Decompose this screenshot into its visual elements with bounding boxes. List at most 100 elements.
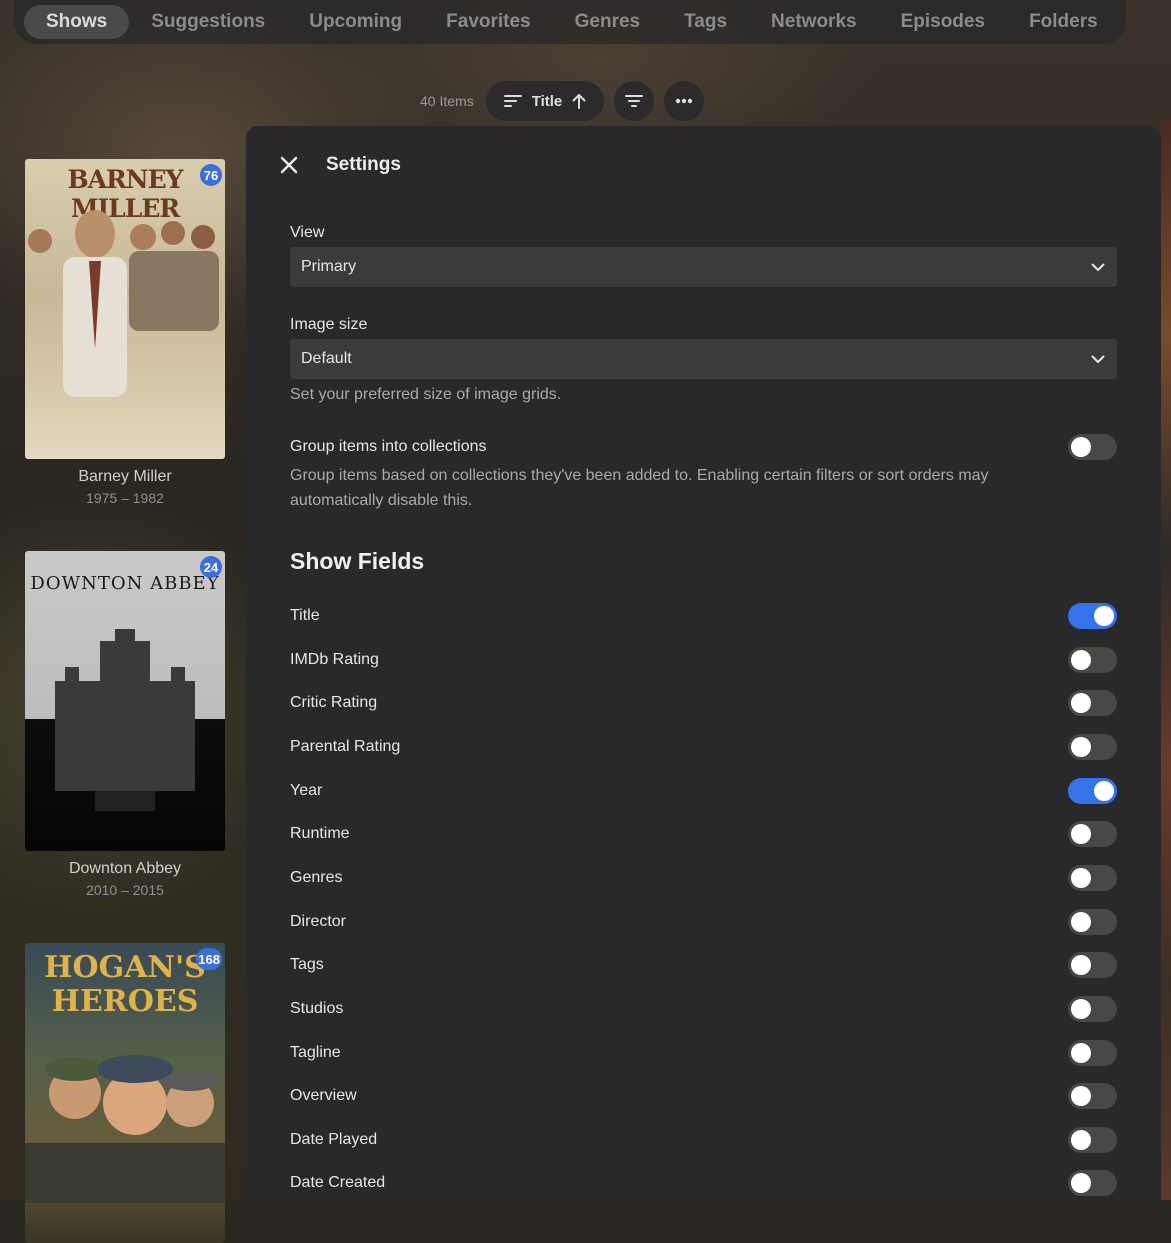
view-select-value: Primary xyxy=(301,258,357,275)
tab-shows[interactable]: Shows xyxy=(24,5,130,39)
toggle-knob xyxy=(1071,824,1091,845)
field-label: Director xyxy=(290,912,347,930)
top-nav: Shows Suggestions Upcoming Favorites Genres T… xyxy=(14,0,1126,44)
image-size-help: Set your preferred size of image grids. xyxy=(290,386,562,403)
field-row-runtime: Runtime xyxy=(290,819,1117,849)
tab-genres[interactable]: Genres xyxy=(553,5,662,39)
show-card[interactable]: DOWNTON ABBEY 24 Downton Abbey 2010 – 20… xyxy=(25,551,225,898)
unwatched-count-badge: 168 xyxy=(196,948,222,970)
toggle-knob xyxy=(1071,955,1091,976)
sort-button[interactable]: Title xyxy=(485,81,605,121)
field-toggle-date-created[interactable] xyxy=(1068,1170,1117,1197)
field-toggle-tags[interactable] xyxy=(1068,952,1117,979)
sort-lines-icon xyxy=(503,95,522,107)
field-toggle-critic-rating[interactable] xyxy=(1068,690,1117,717)
field-toggle-runtime[interactable] xyxy=(1068,821,1117,848)
settings-title: Settings xyxy=(326,154,401,175)
image-size-label: Image size xyxy=(290,316,368,333)
settings-header: Settings xyxy=(276,152,401,178)
field-row-year: Year xyxy=(290,776,1117,806)
show-card[interactable]: HOGAN'S HEROES 168 xyxy=(25,943,225,1243)
unwatched-count-badge: 76 xyxy=(200,164,222,186)
field-row-studios: Studios xyxy=(290,994,1117,1024)
tab-episodes[interactable]: Episodes xyxy=(879,5,1007,39)
show-poster[interactable]: BARNEY MILLER 76 xyxy=(25,159,225,459)
field-toggle-parental-rating[interactable] xyxy=(1068,733,1117,760)
field-label: Date Created xyxy=(290,1174,386,1192)
field-row-tags: Tags xyxy=(290,950,1117,980)
field-row-genres: Genres xyxy=(290,863,1117,893)
field-row-date-created: Date Created xyxy=(290,1168,1117,1198)
toggle-knob xyxy=(1071,736,1091,757)
items-count: 40 Items xyxy=(420,93,474,109)
show-title[interactable]: Barney Miller xyxy=(25,468,225,486)
field-toggle-date-played[interactable] xyxy=(1068,1126,1117,1153)
view-label: View xyxy=(290,224,325,241)
image-size-select[interactable]: Default xyxy=(290,339,1117,379)
field-toggle-imdb-rating[interactable] xyxy=(1068,646,1117,673)
field-label: Tags xyxy=(290,956,324,974)
group-collections-help: Group items based on collections they've… xyxy=(290,467,989,509)
tab-suggestions[interactable]: Suggestions xyxy=(129,5,287,39)
unwatched-count-badge: 24 xyxy=(200,556,222,578)
field-row-date-played: Date Played xyxy=(290,1125,1117,1155)
field-row-overview: Overview xyxy=(290,1081,1117,1111)
group-collections-row: Group items into collections xyxy=(290,432,1117,462)
show-fields-heading: Show Fields xyxy=(290,548,425,574)
field-toggle-genres[interactable] xyxy=(1068,864,1117,891)
toggle-knob xyxy=(1094,606,1114,626)
field-label: Runtime xyxy=(290,825,350,843)
filter-icon xyxy=(625,95,644,107)
field-label: Studios xyxy=(290,999,344,1017)
show-poster[interactable]: HOGAN'S HEROES 168 xyxy=(25,943,225,1243)
field-label: Date Played xyxy=(290,1130,378,1148)
field-toggle-year[interactable] xyxy=(1068,777,1117,804)
poster-title-art: HOGAN'S HEROES xyxy=(44,950,206,1019)
tab-networks[interactable]: Networks xyxy=(749,5,879,39)
filter-button[interactable] xyxy=(614,81,655,121)
more-options-button[interactable] xyxy=(664,81,705,121)
show-years: 1975 – 1982 xyxy=(86,490,164,506)
toggle-knob xyxy=(1071,1086,1091,1107)
toggle-knob xyxy=(1071,693,1091,714)
image-size-select-value: Default xyxy=(301,350,352,367)
tab-upcoming[interactable]: Upcoming xyxy=(287,5,424,39)
toggle-knob xyxy=(1071,867,1091,888)
field-toggle-studios[interactable] xyxy=(1068,995,1117,1022)
tab-folders[interactable]: Folders xyxy=(1007,5,1120,39)
field-toggle-overview[interactable] xyxy=(1068,1083,1117,1110)
field-label: IMDb Rating xyxy=(290,650,379,668)
group-collections-toggle[interactable] xyxy=(1068,434,1117,460)
field-label: Title xyxy=(290,607,320,624)
field-toggle-title[interactable] xyxy=(1068,603,1117,629)
close-icon[interactable] xyxy=(276,152,302,178)
field-label: Genres xyxy=(290,868,343,886)
chevron-down-icon xyxy=(1091,263,1105,271)
show-title[interactable]: Downton Abbey xyxy=(25,860,225,878)
tab-favorites[interactable]: Favorites xyxy=(424,5,552,39)
show-years: 2010 – 2015 xyxy=(86,882,164,898)
show-card[interactable]: BARNEY MILLER 76 Barney Miller 1975 – 19… xyxy=(25,159,225,506)
poster-illustration xyxy=(55,629,195,811)
field-label: Year xyxy=(290,781,323,799)
show-poster[interactable]: DOWNTON ABBEY 24 xyxy=(25,551,225,851)
view-select[interactable]: Primary xyxy=(290,247,1117,287)
toggle-knob xyxy=(1071,1042,1091,1063)
field-label: Parental Rating xyxy=(290,737,401,755)
background-poster-strip xyxy=(1160,120,1171,1200)
toggle-knob xyxy=(1071,649,1091,670)
field-toggle-director[interactable] xyxy=(1068,908,1117,935)
toggle-knob xyxy=(1071,911,1091,932)
tab-tags[interactable]: Tags xyxy=(662,5,749,39)
field-row-director: Director xyxy=(290,907,1117,937)
field-row-tagline: Tagline xyxy=(290,1038,1117,1068)
field-toggle-tagline[interactable] xyxy=(1068,1039,1117,1066)
chevron-down-icon xyxy=(1091,355,1105,363)
arrow-up-icon xyxy=(572,94,586,109)
field-row-parental-rating: Parental Rating xyxy=(290,732,1117,762)
sort-label: Title xyxy=(531,92,563,110)
field-row-title: Title xyxy=(290,601,1117,631)
poster-illustration xyxy=(28,210,219,397)
field-row-critic-rating: Critic Rating xyxy=(290,688,1117,718)
poster-title-art: DOWNTON ABBEY xyxy=(30,573,220,594)
